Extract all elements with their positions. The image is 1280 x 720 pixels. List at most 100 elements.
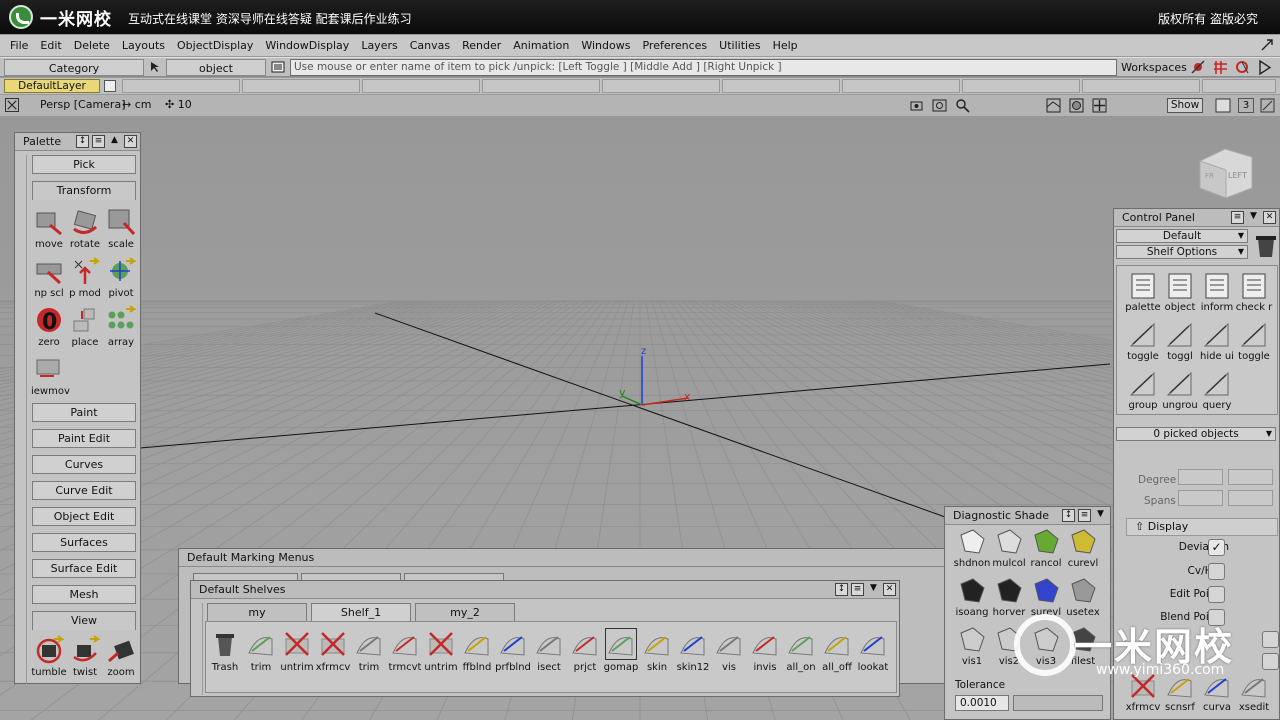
tool-array[interactable]: array: [103, 305, 139, 348]
close-icon[interactable]: ✕: [124, 135, 137, 148]
menu-windows[interactable]: Windows: [575, 39, 636, 52]
shelf-options-dropdown[interactable]: Shelf Options: [1116, 245, 1248, 259]
shelf-tool-skin[interactable]: skin: [639, 629, 675, 673]
menu-file[interactable]: File: [4, 39, 34, 52]
diagnostic-isoang[interactable]: isoang: [953, 576, 991, 618]
menu-icon[interactable]: ≡: [1231, 211, 1244, 224]
category-button[interactable]: Category: [4, 59, 144, 76]
viewport-maximize-icon[interactable]: [1260, 98, 1275, 113]
viewport-shade-icon[interactable]: [1068, 97, 1085, 114]
control-shelf-object[interactable]: object: [1161, 271, 1199, 313]
shelf-tool-skin12[interactable]: skin12: [675, 629, 711, 673]
viewport-count[interactable]: 3: [1238, 98, 1254, 113]
degree-field-2[interactable]: [1228, 469, 1273, 485]
shelf-tool-prfblnd[interactable]: prfblnd: [495, 629, 531, 673]
control-shelf-toggle[interactable]: toggle: [1235, 320, 1273, 362]
diagnostic-curevl[interactable]: curevl: [1064, 527, 1102, 569]
menu-help[interactable]: Help: [767, 39, 804, 52]
default-layer-button[interactable]: DefaultLayer: [4, 79, 100, 93]
palette-section-transform[interactable]: Transform: [32, 181, 136, 200]
control-tool-xsedit[interactable]: xsedit: [1235, 671, 1273, 713]
viewport-move-icon[interactable]: [1091, 97, 1108, 114]
diagnostic-mulcol[interactable]: mulcol: [990, 527, 1028, 569]
control-tool-scnsrf[interactable]: scnsrf: [1161, 671, 1199, 713]
collapse-icon[interactable]: ▲: [108, 135, 121, 148]
workspace-transform-icon[interactable]: [1190, 59, 1207, 76]
play-icon[interactable]: [1256, 59, 1273, 76]
default-dropdown[interactable]: Default: [1116, 229, 1248, 243]
tool-scale[interactable]: scale: [103, 207, 139, 250]
palette-title-bar[interactable]: Palette ↕ ≡ ▲ ✕: [15, 133, 140, 151]
menu-edit[interactable]: Edit: [34, 39, 67, 52]
close-icon[interactable]: ✕: [883, 583, 896, 596]
option-checkbox[interactable]: [1262, 631, 1279, 648]
shelf-tool-gomap[interactable]: gomap: [603, 628, 639, 673]
layer-slot[interactable]: [482, 79, 600, 93]
layer-slot[interactable]: [242, 79, 360, 93]
menu-objectdisplay[interactable]: ObjectDisplay: [171, 39, 259, 52]
pick-name-input[interactable]: Use mouse or enter name of item to pick …: [290, 59, 1117, 76]
control-shelf-hide-ui[interactable]: hide ui: [1198, 320, 1236, 362]
viewport-close-icon[interactable]: [5, 98, 19, 112]
shelves-scroll-handle[interactable]: [193, 603, 203, 695]
control-shelf-group[interactable]: group: [1124, 369, 1162, 411]
tool-tumble[interactable]: tumble: [31, 635, 67, 678]
shelf-tool-trim[interactable]: trim: [351, 629, 387, 673]
shelves-title-bar[interactable]: Default Shelves ↕ ≡ ▼ ✕: [191, 581, 899, 599]
shelf-tool-lookat[interactable]: lookat: [855, 629, 891, 673]
palette-section-paint-edit[interactable]: Paint Edit: [32, 429, 136, 448]
shelf-tool-all-on[interactable]: all_on: [783, 629, 819, 673]
collapse-icon[interactable]: ▼: [1094, 509, 1107, 522]
menu-animation[interactable]: Animation: [507, 39, 575, 52]
shelf-tool-trash[interactable]: Trash: [207, 629, 243, 673]
palette-section-curve-edit[interactable]: Curve Edit: [32, 481, 136, 500]
diagnostic-filest[interactable]: filest: [1064, 625, 1102, 667]
show-button[interactable]: Show: [1167, 98, 1203, 113]
menu-icon[interactable]: ≡: [92, 135, 105, 148]
pick-object-icon[interactable]: [148, 60, 162, 74]
view-cube[interactable]: LEFT FR: [1199, 148, 1253, 199]
control-shelf-toggle[interactable]: toggle: [1124, 320, 1162, 362]
menu-utilities[interactable]: Utilities: [713, 39, 766, 52]
menu-windowdisplay[interactable]: WindowDisplay: [259, 39, 355, 52]
resize-icon[interactable]: ↕: [76, 135, 89, 148]
shelf-tool-trim[interactable]: trim: [243, 629, 279, 673]
cv-hull-checkbox[interactable]: [1208, 563, 1225, 580]
menu-delete[interactable]: Delete: [68, 39, 116, 52]
diagnostic-vis3[interactable]: vis3: [1027, 625, 1065, 667]
workspaces-button[interactable]: Workspaces: [1121, 59, 1187, 76]
layer-slot[interactable]: [1202, 79, 1276, 93]
resize-icon[interactable]: ↕: [835, 583, 848, 596]
expand-icon[interactable]: [1260, 38, 1274, 52]
control-panel-title-bar[interactable]: Control Panel ≡ ▼ ✕: [1114, 209, 1279, 227]
tab-my[interactable]: my: [207, 603, 307, 622]
diagnostic-horver[interactable]: horver: [990, 576, 1028, 618]
tool-place[interactable]: place: [67, 305, 103, 348]
shelf-tool-trmcvt[interactable]: trmcvt: [387, 629, 423, 673]
palette-section-pick[interactable]: Pick: [32, 155, 136, 174]
layer-visibility-checkbox[interactable]: [104, 80, 116, 92]
control-shelf-ungrou[interactable]: ungrou: [1161, 369, 1199, 411]
layer-slot[interactable]: [842, 79, 960, 93]
viewport-layout-icon[interactable]: [1045, 97, 1062, 114]
collapse-icon[interactable]: ▼: [1247, 211, 1260, 224]
tool-viewmove[interactable]: iewmov: [31, 354, 70, 397]
palette-section-paint[interactable]: Paint: [32, 403, 136, 422]
control-shelf-query[interactable]: query: [1198, 369, 1236, 411]
shelf-tool-vis[interactable]: vis: [711, 629, 747, 673]
diagnostic-vis1[interactable]: vis1: [953, 625, 991, 667]
layer-slot[interactable]: [962, 79, 1080, 93]
shelf-tool-untrim[interactable]: untrim: [423, 629, 459, 673]
viewport-toggle-icon[interactable]: [1215, 98, 1231, 113]
tool-np-scale[interactable]: np scl: [31, 256, 67, 299]
tool-rotate[interactable]: rotate: [67, 207, 103, 250]
tolerance-input[interactable]: 0.0010: [955, 695, 1009, 711]
menu-layouts[interactable]: Layouts: [116, 39, 171, 52]
degree-field[interactable]: [1178, 469, 1223, 485]
layer-slot[interactable]: [122, 79, 240, 93]
palette-section-curves[interactable]: Curves: [32, 455, 136, 474]
diagnostic-vis2[interactable]: vis2: [990, 625, 1028, 667]
camera-label[interactable]: Persp [Camera]: [40, 98, 126, 111]
menu-layers[interactable]: Layers: [355, 39, 403, 52]
layer-slot[interactable]: [1082, 79, 1200, 93]
